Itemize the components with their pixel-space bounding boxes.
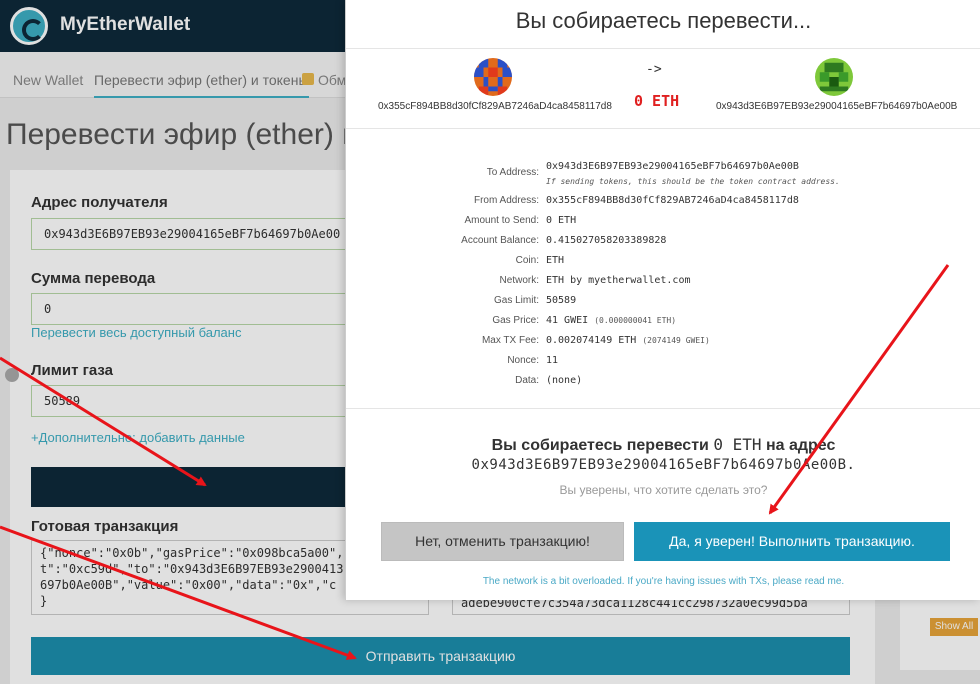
detail-value: ETH by myetherwallet.com [546,275,691,286]
direction-arrow: -> [646,62,662,77]
gas-price-value: 41 GWEI [546,315,589,326]
modal-title: Вы собираетесь перевести... [515,8,812,33]
detail-value: 0 ETH [546,215,577,226]
from-address: 0x355cF894BB8d30fCf829AB7246aD4ca8458117… [378,101,612,112]
from-identicon-icon [474,58,512,96]
are-you-sure-text: Вы уверены, что хотите сделать это? [559,483,768,497]
divider [346,48,980,49]
max-fee-value: 0.002074149 ETH [546,335,637,346]
confirm-prefix: Вы собираетесь перевести [491,437,709,454]
detail-value: (none) [546,375,583,386]
gas-price-eth: (0.000000041 ETH) [594,316,677,325]
token-note: If sending tokens, this should be the to… [546,177,840,186]
confirm-summary: Вы собираетесь перевести 0 ETH на адрес [346,435,980,455]
detail-key: From Address: [473,195,539,206]
detail-key: Gas Limit: [493,295,539,306]
to-address: 0x943d3E6B97EB93e29004165eBF7b64697b0Ae0… [716,101,958,112]
detail-key: Data: [515,375,539,386]
confirm-transaction-button[interactable]: Да, я уверен! Выполнить транзакцию. [634,522,950,561]
detail-key: Max TX Fee: [481,335,539,346]
detail-value: 0x943d3E6B97EB93e29004165eBF7b64697b0Ae0… [546,161,799,172]
transfer-amount: 0 ETH [634,92,680,110]
cancel-transaction-button[interactable]: Нет, отменить транзакцию! [381,522,624,561]
detail-key: Network: [499,275,539,286]
confirm-address: 0x943d3E6B97EB93e29004165eBF7b64697b0Ae0… [471,457,856,473]
detail-key: To Address: [486,167,539,178]
detail-value: 0x355cF894BB8d30fCf829AB7246aD4ca8458117… [546,195,799,206]
detail-key: Account Balance: [461,235,539,246]
to-identicon-icon [815,58,853,96]
confirm-amount: 0 ETH [713,435,762,454]
detail-value: 41 GWEI (0.000000041 ETH) [546,315,676,326]
max-fee-gwei: (2074149 GWEI) [642,336,710,345]
detail-value: ETH [546,255,565,266]
detail-value: 50589 [546,295,577,306]
detail-key: Amount to Send: [464,215,540,226]
divider [346,128,980,129]
divider [346,408,980,409]
detail-value: 0.002074149 ETH (2074149 GWEI) [546,335,710,346]
detail-value: 11 [546,355,559,366]
detail-key: Gas Price: [492,315,539,326]
network-overloaded-link[interactable]: The network is a bit overloaded. If you'… [346,576,980,587]
detail-value: 0.415027058203389828 [546,235,667,246]
detail-key: Nonce: [507,355,539,366]
confirm-suffix: на адрес [765,437,836,454]
detail-key: Coin: [515,255,539,266]
confirm-modal: Вы собираетесь перевести... 0x355cF894BB… [345,0,980,600]
